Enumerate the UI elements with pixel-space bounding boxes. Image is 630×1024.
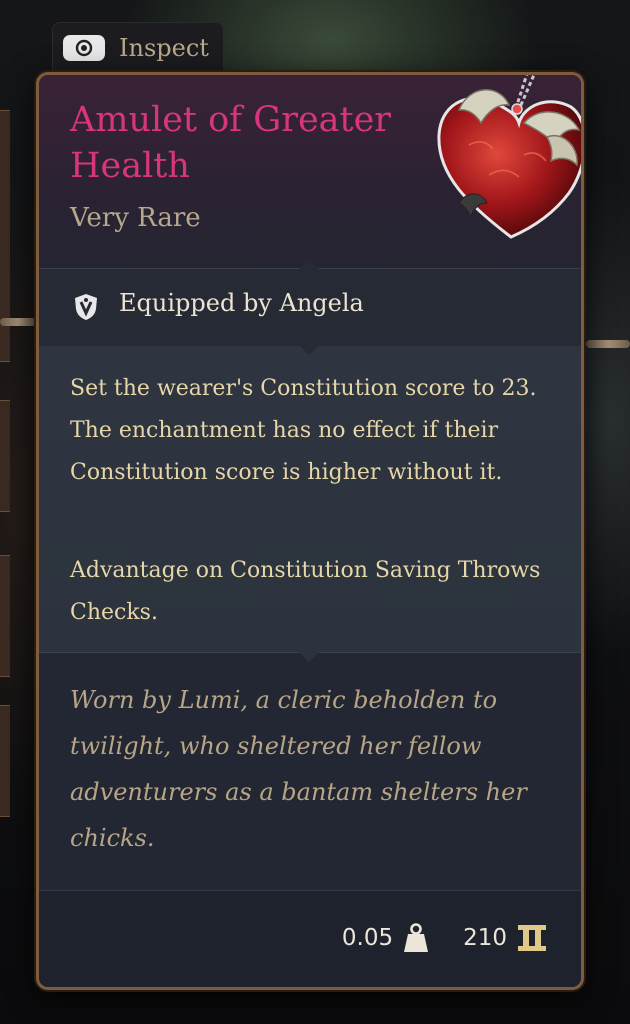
weight-icon	[404, 923, 429, 952]
item-weight: 0.05	[341, 925, 394, 951]
item-tooltip-card: Amulet of Greater Health Very Rare Equip…	[36, 72, 584, 990]
background-strip	[0, 705, 10, 817]
background-strip	[0, 555, 10, 677]
item-rarity: Very Rare	[70, 203, 201, 233]
item-description: Set the wearer's Constitution score to 2…	[70, 376, 537, 485]
character-shield-icon	[75, 294, 97, 320]
item-price: 210	[463, 925, 507, 951]
divider-notch	[299, 345, 319, 355]
lore-section: Worn by Lumi, a cleric beholden to twili…	[39, 652, 581, 891]
equipped-section: Equipped by Angela	[39, 259, 581, 348]
item-header: Amulet of Greater Health Very Rare	[39, 75, 581, 268]
gold-coin-icon	[518, 925, 546, 951]
divider-notch	[299, 259, 319, 269]
background-strip	[0, 400, 10, 512]
inspect-label: Inspect	[119, 33, 209, 62]
item-lore: Worn by Lumi, a cleric beholden to twili…	[70, 686, 527, 852]
heart-amulet-icon	[437, 75, 581, 239]
background-rod	[0, 318, 36, 326]
item-footer: 0.05 210	[39, 890, 581, 987]
item-stats: 0.05 210	[342, 923, 547, 953]
mouse-key-icon	[63, 34, 105, 61]
description-section: Set the wearer's Constitution score to 2…	[39, 345, 581, 652]
item-name: Amulet of Greater Health	[70, 100, 392, 186]
divider-notch	[299, 652, 319, 662]
item-description: Advantage on Constitution Saving Throws …	[70, 558, 541, 625]
equipped-by-label: Equipped by Angela	[119, 289, 364, 317]
background-rod	[586, 340, 630, 348]
inspect-tab[interactable]: Inspect	[52, 22, 224, 72]
